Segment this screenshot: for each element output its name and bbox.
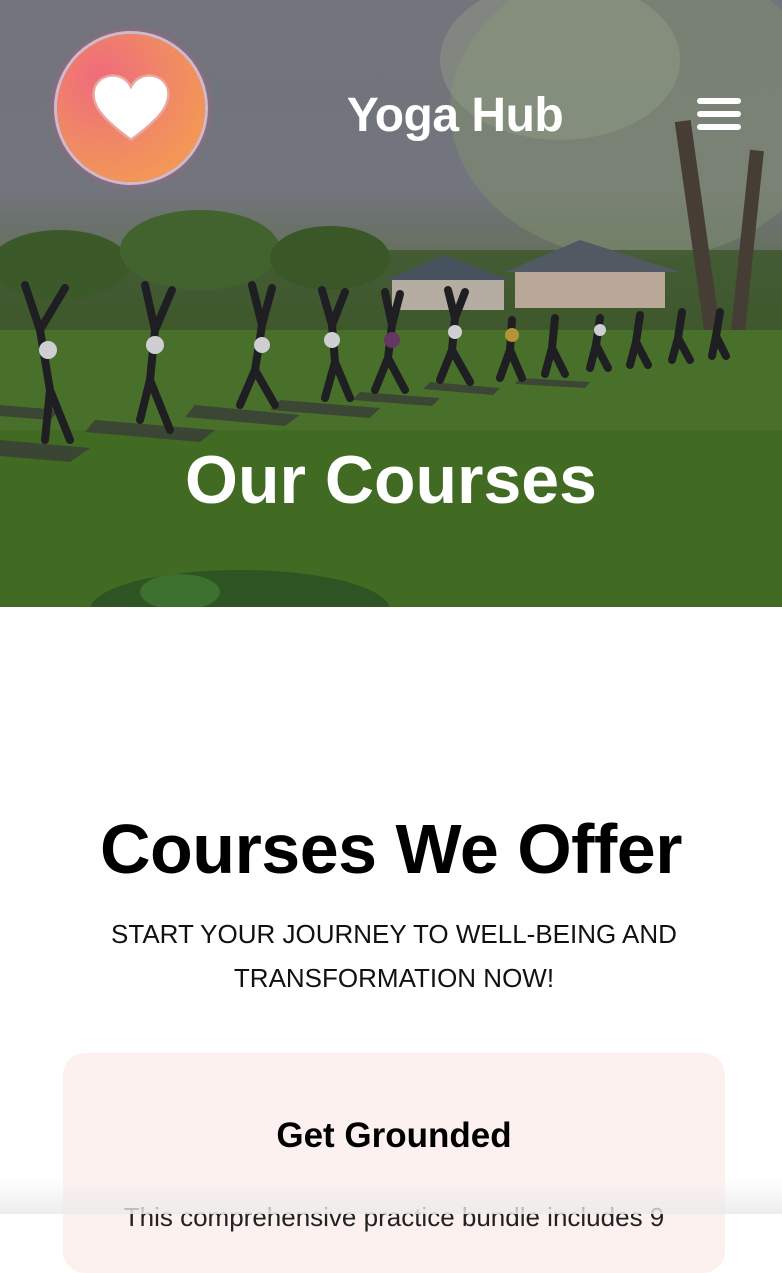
site-logo[interactable]	[57, 34, 205, 182]
hero-banner: Yoga Hub Our Courses	[0, 0, 782, 607]
heart-icon	[92, 74, 170, 142]
course-title: Get Grounded	[276, 1116, 512, 1155]
section-heading: Courses We Offer	[100, 810, 682, 888]
hamburger-menu-icon[interactable]	[697, 98, 741, 138]
course-card[interactable]: Get Grounded This comprehensive practice…	[63, 1053, 725, 1273]
hero-title: Our Courses	[185, 442, 597, 518]
site-title[interactable]: Yoga Hub	[340, 86, 570, 146]
course-description: This comprehensive practice bundle inclu…	[123, 1202, 665, 1232]
section-subheading: START YOUR JOURNEY TO WELL-BEING AND TRA…	[111, 919, 677, 993]
